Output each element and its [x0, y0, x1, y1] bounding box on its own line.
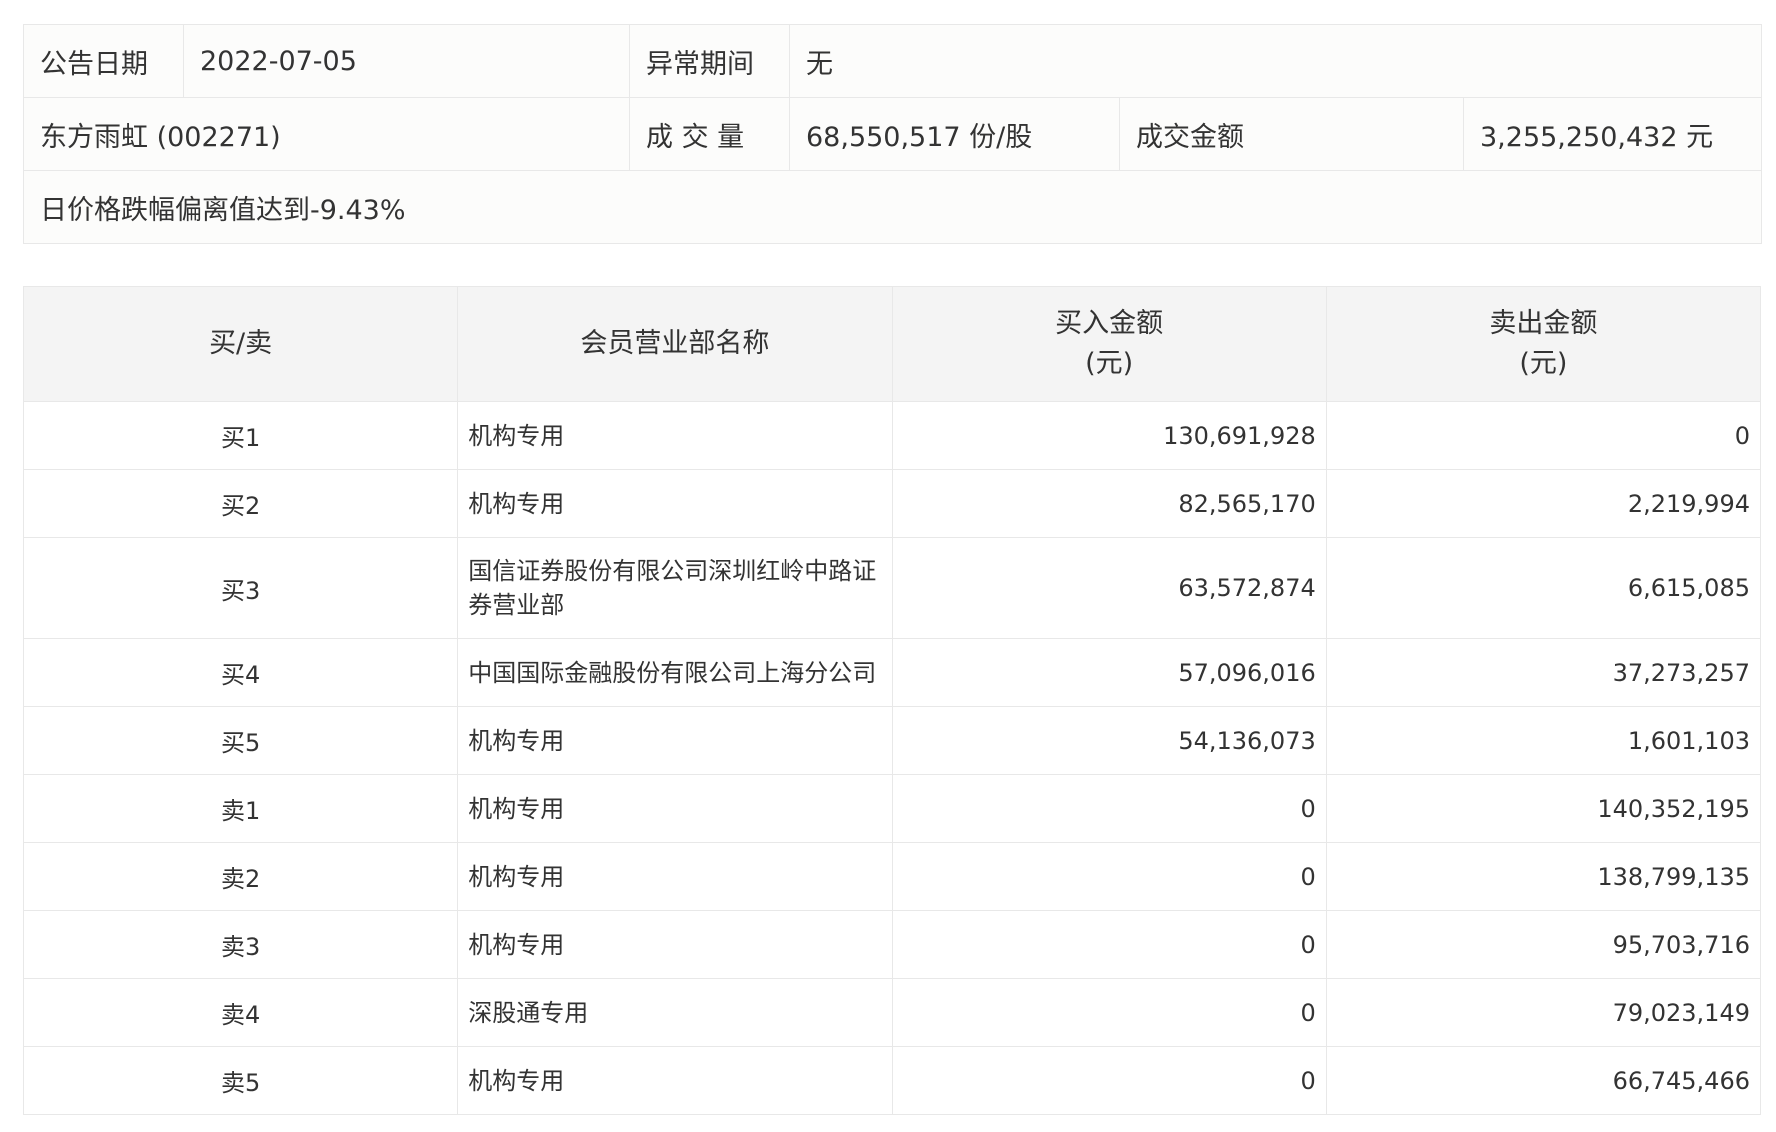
description-text: 日价格跌幅偏离值达到-9.43% [23, 170, 1762, 244]
row-side: 卖5 [22, 1046, 459, 1115]
row-sell-amount: 140,352,195 [1325, 774, 1762, 843]
header-sell-amount-title: 卖出金额 [1489, 308, 1598, 339]
header-buy-amount: 买入金额 (元) [891, 286, 1327, 402]
table-header-row: 买/卖 会员营业部名称 买入金额 (元) 卖出金额 (元) [22, 286, 1762, 402]
row-sell-amount: 66,745,466 [1325, 1046, 1762, 1115]
row-side: 卖3 [22, 910, 459, 979]
row-side: 买2 [22, 469, 459, 538]
row-side: 买4 [22, 638, 459, 707]
row-sell-amount: 79,023,149 [1325, 978, 1762, 1047]
row-buy-amount: 0 [891, 774, 1327, 843]
row-member-name: 机构专用 [457, 842, 893, 911]
header-buy-amount-title: 买入金额 [1055, 308, 1164, 339]
row-buy-amount: 0 [891, 910, 1327, 979]
table-row: 卖2 机构专用 0 138,799,135 [22, 842, 1762, 911]
volume-value: 68,550,517 份/股 [789, 97, 1120, 171]
table-row: 卖4 深股通专用 0 79,023,149 [22, 978, 1762, 1047]
row-side: 买1 [22, 401, 459, 470]
row-side: 买3 [22, 537, 459, 639]
row-member-name: 深股通专用 [457, 978, 893, 1047]
table-row: 买3 国信证券股份有限公司深圳红岭中路证券营业部 63,572,874 6,61… [22, 537, 1762, 639]
stock-name: 东方雨虹 (002271) [23, 97, 630, 171]
trading-detail-table: 买/卖 会员营业部名称 买入金额 (元) 卖出金额 (元) 买1 机构专用 13… [22, 286, 1762, 1115]
table-row: 买4 中国国际金融股份有限公司上海分公司 57,096,016 37,273,2… [22, 638, 1762, 707]
row-side: 卖4 [22, 978, 459, 1047]
announcement-info-table: 公告日期 2022-07-05 异常期间 无 东方雨虹 (002271) 成 交… [23, 24, 1762, 244]
table-row: 买1 机构专用 130,691,928 0 [22, 401, 1762, 470]
period-label: 异常期间 [629, 24, 790, 98]
table-row: 买2 机构专用 82,565,170 2,219,994 [22, 469, 1762, 538]
row-buy-amount: 130,691,928 [891, 401, 1327, 470]
row-sell-amount: 1,601,103 [1325, 706, 1762, 775]
header-member-name: 会员营业部名称 [457, 286, 893, 402]
row-buy-amount: 54,136,073 [891, 706, 1327, 775]
amount-value: 3,255,250,432 元 [1463, 97, 1762, 171]
header-side: 买/卖 [22, 286, 459, 402]
row-member-name: 机构专用 [457, 910, 893, 979]
row-member-name: 机构专用 [457, 706, 893, 775]
header-sell-amount: 卖出金额 (元) [1325, 286, 1762, 402]
row-buy-amount: 0 [891, 1046, 1327, 1115]
info-row-description: 日价格跌幅偏离值达到-9.43% [23, 170, 1762, 244]
row-member-name: 机构专用 [457, 401, 893, 470]
amount-label: 成交金额 [1119, 97, 1464, 171]
row-buy-amount: 63,572,874 [891, 537, 1327, 639]
row-sell-amount: 0 [1325, 401, 1762, 470]
row-side: 卖2 [22, 842, 459, 911]
row-buy-amount: 82,565,170 [891, 469, 1327, 538]
info-row-stock: 东方雨虹 (002271) 成 交 量 68,550,517 份/股 成交金额 … [23, 97, 1762, 171]
header-buy-amount-unit: (元) [1085, 348, 1134, 379]
row-sell-amount: 138,799,135 [1325, 842, 1762, 911]
row-member-name: 机构专用 [457, 469, 893, 538]
row-side: 卖1 [22, 774, 459, 843]
header-sell-amount-unit: (元) [1519, 348, 1568, 379]
table-row: 卖3 机构专用 0 95,703,716 [22, 910, 1762, 979]
row-side: 买5 [22, 706, 459, 775]
row-sell-amount: 95,703,716 [1325, 910, 1762, 979]
page-container: 公告日期 2022-07-05 异常期间 无 东方雨虹 (002271) 成 交… [22, 24, 1762, 1115]
date-value: 2022-07-05 [183, 24, 630, 98]
row-buy-amount: 0 [891, 842, 1327, 911]
row-sell-amount: 6,615,085 [1325, 537, 1762, 639]
row-sell-amount: 37,273,257 [1325, 638, 1762, 707]
row-member-name: 中国国际金融股份有限公司上海分公司 [457, 638, 893, 707]
row-buy-amount: 0 [891, 978, 1327, 1047]
row-member-name: 机构专用 [457, 774, 893, 843]
volume-label: 成 交 量 [629, 97, 790, 171]
row-sell-amount: 2,219,994 [1325, 469, 1762, 538]
row-member-name: 机构专用 [457, 1046, 893, 1115]
row-member-name: 国信证券股份有限公司深圳红岭中路证券营业部 [457, 537, 893, 639]
table-row: 卖5 机构专用 0 66,745,466 [22, 1046, 1762, 1115]
date-label: 公告日期 [23, 24, 184, 98]
row-buy-amount: 57,096,016 [891, 638, 1327, 707]
period-value: 无 [789, 24, 1762, 98]
table-row: 买5 机构专用 54,136,073 1,601,103 [22, 706, 1762, 775]
table-row: 卖1 机构专用 0 140,352,195 [22, 774, 1762, 843]
info-row-date: 公告日期 2022-07-05 异常期间 无 [23, 24, 1762, 98]
